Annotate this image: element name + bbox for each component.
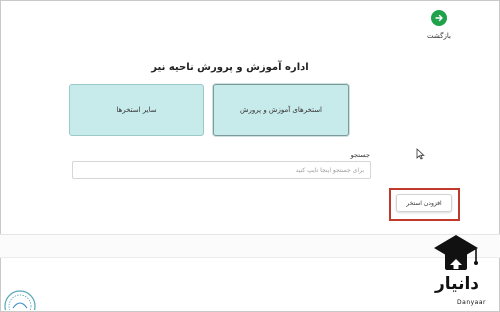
card-education-pools-label: استخرهای آموزش و پرورش [239,106,322,114]
search-input[interactable] [72,161,371,179]
mouse-cursor-icon [416,148,425,160]
card-other-pools-label: سایر استخرها [116,106,157,114]
emblem-icon [4,290,36,310]
arrow-right-icon [431,10,447,26]
back-button[interactable]: بازگشت [420,6,458,44]
search-label: جستجو [350,151,370,159]
danyaar-watermark: دانیار Danyaar [416,232,496,310]
card-other-pools[interactable]: سایر استخرها [69,84,204,136]
graduation-house-icon [434,235,478,270]
page-title: اداره آموزش و پرورش ناحیه نیر [151,62,309,73]
add-pool-button[interactable]: افزودن استخر [396,194,452,212]
back-label: بازگشت [427,32,451,40]
watermark-brand: دانیار [434,274,480,294]
card-education-pools[interactable]: استخرهای آموزش و پرورش [213,84,349,136]
watermark-sub: Danyaar [457,299,486,306]
